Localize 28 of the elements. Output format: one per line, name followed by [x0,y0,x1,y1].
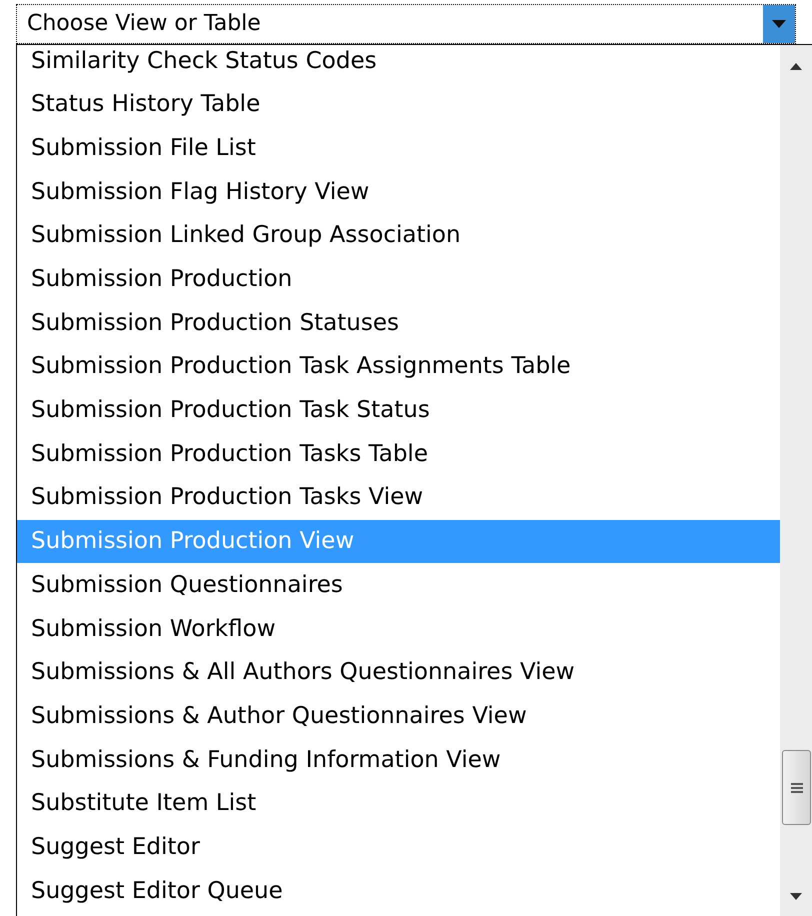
dropdown-button[interactable] [763,5,795,43]
list-item[interactable]: Submission Questionnaires [17,563,780,607]
combo-box[interactable]: Choose View or Table [16,4,796,44]
list-item[interactable]: Submission Production Statuses [17,301,780,345]
list-item[interactable]: Similarity Check Status Codes [17,45,780,83]
list-item[interactable]: Submissions & Funding Information View [17,738,780,782]
scroll-up-icon[interactable] [790,63,802,70]
list-item[interactable]: Submissions & Author Questionnaires View [17,694,780,738]
list-item[interactable]: Submission Linked Group Association [17,214,780,258]
list-item[interactable]: Submission Production Tasks Table [17,432,780,476]
list-item[interactable]: Suggest Editor Queue [17,869,780,913]
grip-icon [790,782,802,794]
list-item[interactable]: Status History Table [17,82,780,126]
list-item[interactable]: Submission File List [17,126,780,170]
list-item[interactable]: Substitute Item List [17,782,780,826]
list-item[interactable]: Suggest Editor [17,825,780,870]
list-item[interactable]: Submission Production Task Assignments Table [17,344,780,388]
caret-icon [772,20,786,28]
list-item[interactable]: Submission Production Tasks View [17,476,780,520]
list-item[interactable]: Submissions & All Authors Questionnaires View [17,650,780,694]
list-item[interactable]: Submission Production [17,257,780,302]
list-item[interactable]: Submission Workflow [17,606,780,651]
scroll-thumb[interactable] [782,750,811,825]
scroll-down-icon[interactable] [790,893,802,900]
combo-value: Choose View or Table [26,10,262,38]
list-item[interactable]: Submission Flag History View [17,170,780,214]
scrollbar[interactable] [780,45,812,916]
list-item[interactable]: Submission Production Task Status [17,388,780,432]
